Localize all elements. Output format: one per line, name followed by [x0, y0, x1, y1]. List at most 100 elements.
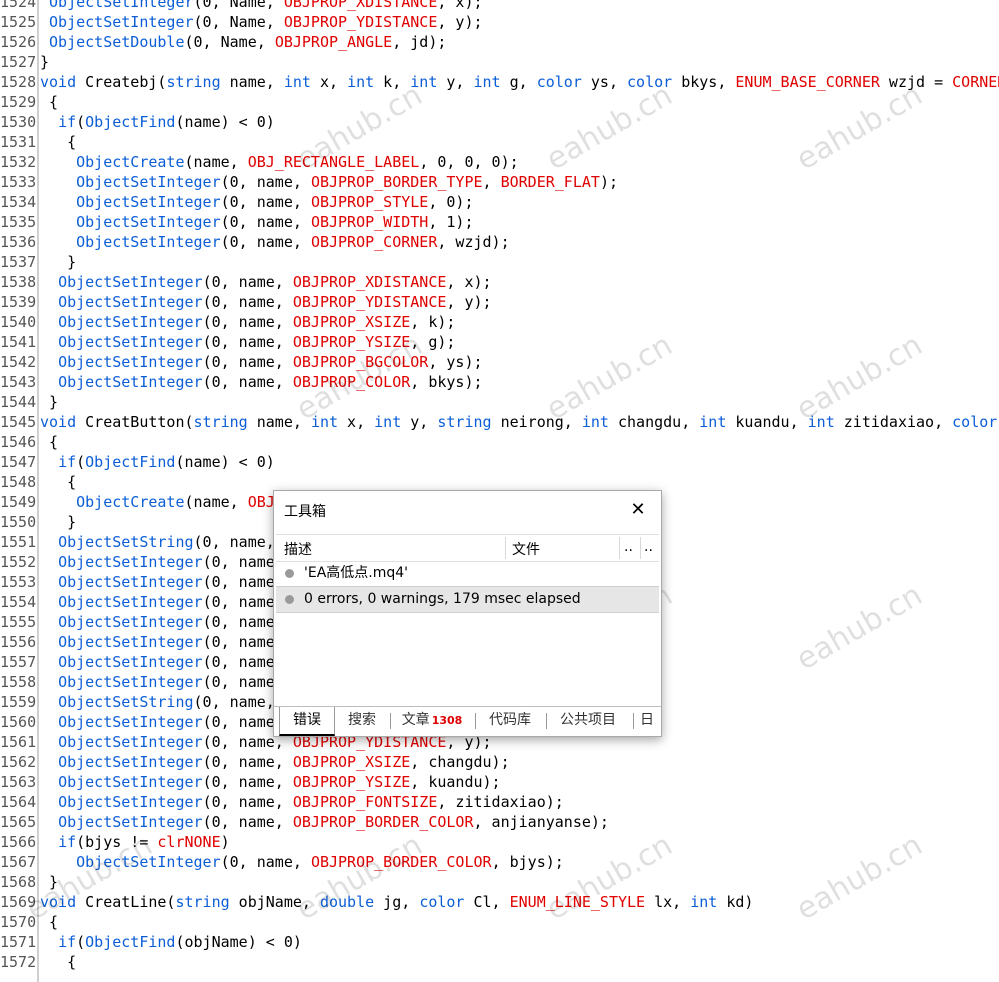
message-row-selected[interactable]: 0 errors, 0 warnings, 179 msec elapsed — [276, 586, 659, 613]
code-text: } — [40, 393, 59, 411]
code-line[interactable]: 1548 { — [0, 472, 999, 492]
line-number: 1563 — [0, 773, 37, 791]
code-line[interactable]: 1543 ObjectSetInteger(0, name, OBJPROP_C… — [0, 372, 999, 392]
line-number: 1552 — [0, 553, 37, 571]
toolbox-tabs: 错误 搜索 文章 1308 代码库 公共项目 日 — [274, 706, 661, 736]
code-line[interactable]: 1571 if(ObjectFind(objName) < 0) — [0, 932, 999, 952]
code-line[interactable]: 1562 ObjectSetInteger(0, name, OBJPROP_X… — [0, 752, 999, 772]
line-number: 1543 — [0, 373, 37, 391]
code-line[interactable]: 1537 } — [0, 252, 999, 272]
code-text: ObjectSetInteger(0, Name, OBJPROP_XDISTA… — [49, 0, 483, 11]
line-number: 1569 — [0, 893, 37, 911]
line-number: 1539 — [0, 293, 37, 311]
tab-journal[interactable]: 日 — [636, 707, 658, 734]
code-line[interactable]: 1565 ObjectSetInteger(0, name, OBJPROP_B… — [0, 812, 999, 832]
column-extra-1[interactable]: .. — [624, 539, 633, 555]
code-line[interactable]: 1528 void Createbj(string name, int x, in… — [0, 72, 999, 92]
tab-separator — [390, 713, 391, 729]
code-line[interactable]: 1564 ObjectSetInteger(0, name, OBJPROP_F… — [0, 792, 999, 812]
code-line[interactable]: 1546 { — [0, 432, 999, 452]
code-line[interactable]: 1525 ObjectSetInteger(0, Name, OBJPROP_Y… — [0, 12, 999, 32]
line-number: 1553 — [0, 573, 37, 591]
toolbox-titlebar[interactable]: 工具箱 ✕ — [274, 491, 661, 529]
code-text: { — [40, 953, 77, 971]
line-number: 1568 — [0, 873, 37, 891]
message-row[interactable]: 'EA高低点.mq4' — [276, 561, 659, 586]
code-line[interactable]: 1572 { — [0, 952, 999, 972]
code-text: ObjectSetInteger(0, name, OBJPROP_BORDER… — [76, 853, 564, 871]
code-line[interactable]: 1566 if(bjys != clrNONE) — [0, 832, 999, 852]
line-number: 1562 — [0, 753, 37, 771]
code-line[interactable]: 1535 ObjectSetInteger(0, name, OBJPROP_W… — [0, 212, 999, 232]
line-number: 1528 — [0, 73, 37, 91]
code-line[interactable]: 1563 ObjectSetInteger(0, name, OBJPROP_Y… — [0, 772, 999, 792]
line-number: 1549 — [0, 493, 37, 511]
line-number: 1564 — [0, 793, 37, 811]
line-number: 1532 — [0, 153, 37, 171]
column-description[interactable]: 描述 — [284, 539, 312, 559]
line-number: 1572 — [0, 953, 37, 971]
code-line[interactable]: 1544 } — [0, 392, 999, 412]
line-number: 1551 — [0, 533, 37, 551]
line-number: 1548 — [0, 473, 37, 491]
code-line[interactable]: 1527} — [0, 52, 999, 72]
code-line[interactable]: 1531 { — [0, 132, 999, 152]
tab-articles[interactable]: 文章 1308 — [392, 707, 472, 734]
code-line[interactable]: 1547 if(ObjectFind(name) < 0) — [0, 452, 999, 472]
column-file[interactable]: 文件 — [512, 539, 540, 559]
code-lines: 1524 ObjectSetInteger(0, Name, OBJPROP_X… — [0, 0, 999, 972]
column-separator — [619, 537, 620, 559]
code-line[interactable]: 1532 ObjectCreate(name, OBJ_RECTANGLE_LA… — [0, 152, 999, 172]
line-number: 1546 — [0, 433, 37, 451]
line-number: 1544 — [0, 393, 37, 411]
code-text: if(ObjectFind(name) < 0) — [58, 453, 275, 471]
line-number: 1558 — [0, 673, 37, 691]
code-line[interactable]: 1541 ObjectSetInteger(0, name, OBJPROP_Y… — [0, 332, 999, 352]
line-number: 1557 — [0, 653, 37, 671]
code-text: ObjectSetInteger(0, name, OBJPROP_YSIZE,… — [58, 333, 456, 351]
line-number: 1540 — [0, 313, 37, 331]
line-number: 1567 — [0, 853, 37, 871]
line-number: 1524 — [0, 0, 37, 11]
tab-code-base[interactable]: 代码库 — [477, 707, 543, 734]
close-icon[interactable]: ✕ — [625, 497, 651, 523]
code-line[interactable]: 1569 void CreatLine(string objName, doubl… — [0, 892, 999, 912]
code-line[interactable]: 1530 if(ObjectFind(name) < 0) — [0, 112, 999, 132]
line-number: 1566 — [0, 833, 37, 851]
line-number: 1555 — [0, 613, 37, 631]
code-line[interactable]: 1538 ObjectSetInteger(0, name, OBJPROP_X… — [0, 272, 999, 292]
code-line[interactable]: 1529 { — [0, 92, 999, 112]
code-text: if(bjys != clrNONE) — [58, 833, 230, 851]
code-line[interactable]: 1545 void CreatButton(string name, int x,… — [0, 412, 999, 432]
status-dot-icon — [285, 595, 294, 604]
code-line[interactable]: 1524 ObjectSetInteger(0, Name, OBJPROP_X… — [0, 0, 999, 12]
code-line[interactable]: 1526 ObjectSetDouble(0, Name, OBJPROP_AN… — [0, 32, 999, 52]
code-line[interactable]: 1539 ObjectSetInteger(0, name, OBJPROP_Y… — [0, 292, 999, 312]
tab-public-projects[interactable]: 公共项目 — [548, 707, 628, 734]
code-text: ObjectSetInteger(0, name, OBJPROP_YDISTA… — [58, 293, 492, 311]
code-text: { — [40, 473, 77, 491]
tab-label: 日 — [640, 712, 654, 728]
tab-label: 错误 — [293, 712, 321, 728]
code-line[interactable]: 1533 ObjectSetInteger(0, name, OBJPROP_B… — [0, 172, 999, 192]
code-line[interactable]: 1568 } — [0, 872, 999, 892]
line-number: 1531 — [0, 133, 37, 151]
code-text: ObjectSetInteger(0, name, OBJPROP_BORDER… — [76, 173, 618, 191]
code-line[interactable]: 1536 ObjectSetInteger(0, name, OBJPROP_C… — [0, 232, 999, 252]
code-line[interactable]: 1534 ObjectSetInteger(0, name, OBJPROP_S… — [0, 192, 999, 212]
tab-label: 文章 — [401, 712, 430, 728]
column-extra-2[interactable]: .. — [644, 539, 653, 555]
code-line[interactable]: 1542 ObjectSetInteger(0, name, OBJPROP_B… — [0, 352, 999, 372]
code-text: ObjectSetInteger(0, Name, OBJPROP_YDISTA… — [49, 13, 483, 31]
code-text: ObjectSetInteger(0, name, OBJPROP_BGCOLO… — [58, 353, 483, 371]
code-text: ObjectSetInteger(0, name, OBJPROP_FONTSI… — [58, 793, 564, 811]
code-line[interactable]: 1570 { — [0, 912, 999, 932]
code-text: ObjectSetInteger(0, name, OBJPROP_YSIZE,… — [58, 773, 501, 791]
tab-search[interactable]: 搜索 — [336, 707, 388, 734]
toolbox-window[interactable]: 工具箱 ✕ 描述 文件 .. .. 'EA高低点.mq4' 0 errors, … — [273, 490, 662, 737]
code-line[interactable]: 1540 ObjectSetInteger(0, name, OBJPROP_X… — [0, 312, 999, 332]
code-line[interactable]: 1567 ObjectSetInteger(0, name, OBJPROP_B… — [0, 852, 999, 872]
code-text: ObjectSetInteger(0, name, OBJPROP_XSIZE,… — [58, 753, 510, 771]
code-text: ObjectSetInteger(0, name, OBJPROP_COLOR,… — [58, 373, 483, 391]
tab-errors[interactable]: 错误 — [279, 707, 335, 736]
